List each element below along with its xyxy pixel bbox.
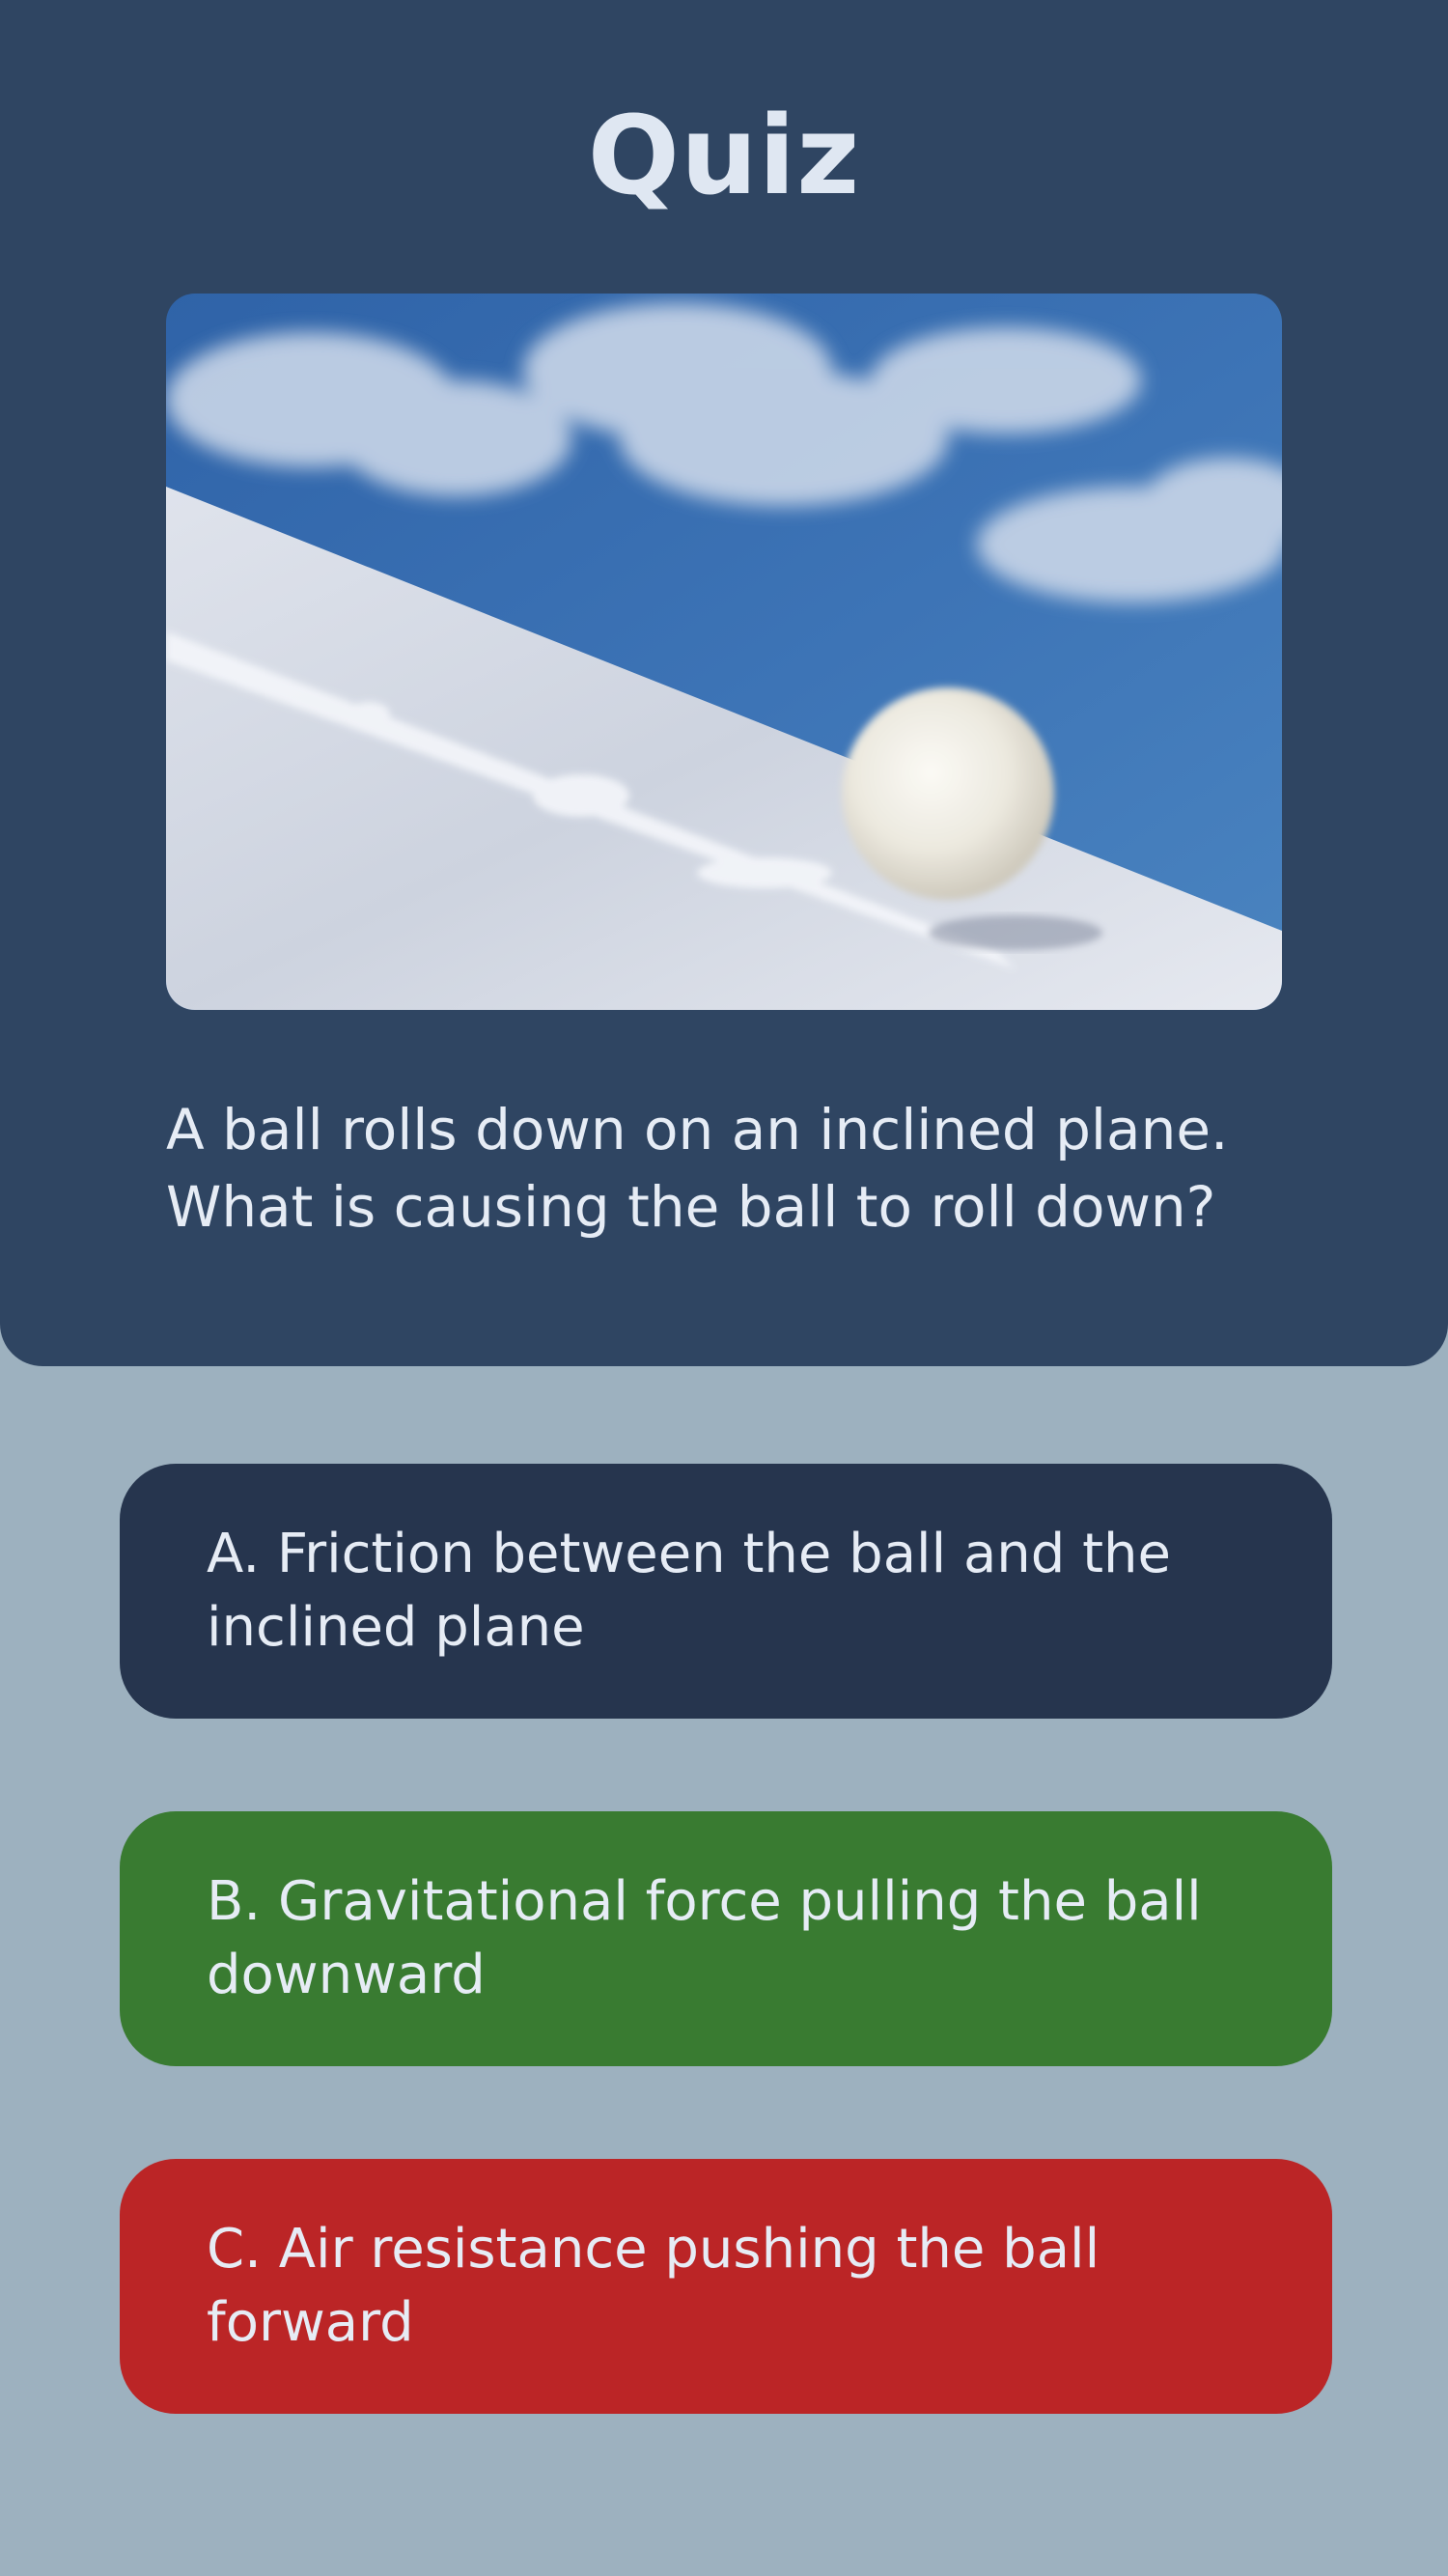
answer-option-label: C. Air resistance pushing the ball forwa… — [207, 2218, 1100, 2354]
answer-option-c[interactable]: C. Air resistance pushing the ball forwa… — [120, 2159, 1332, 2414]
page-title: Quiz — [587, 94, 861, 219]
answer-option-a[interactable]: A. Friction between the ball and the inc… — [120, 1464, 1332, 1719]
question-image — [166, 294, 1282, 1010]
answer-option-label: A. Friction between the ball and the inc… — [207, 1523, 1172, 1659]
snowball-photo — [166, 294, 1282, 1010]
answer-option-label: B. Gravitational force pulling the ball … — [207, 1870, 1202, 2006]
question-text: A ball rolls down on an inclined plane. … — [166, 1097, 1229, 1240]
quiz-screen: Quiz A ball rolls down on an inclined pl… — [0, 0, 1448, 2576]
question-panel: Quiz A ball rolls down on an inclined pl… — [0, 0, 1448, 1366]
answer-option-b[interactable]: B. Gravitational force pulling the ball … — [120, 1811, 1332, 2066]
